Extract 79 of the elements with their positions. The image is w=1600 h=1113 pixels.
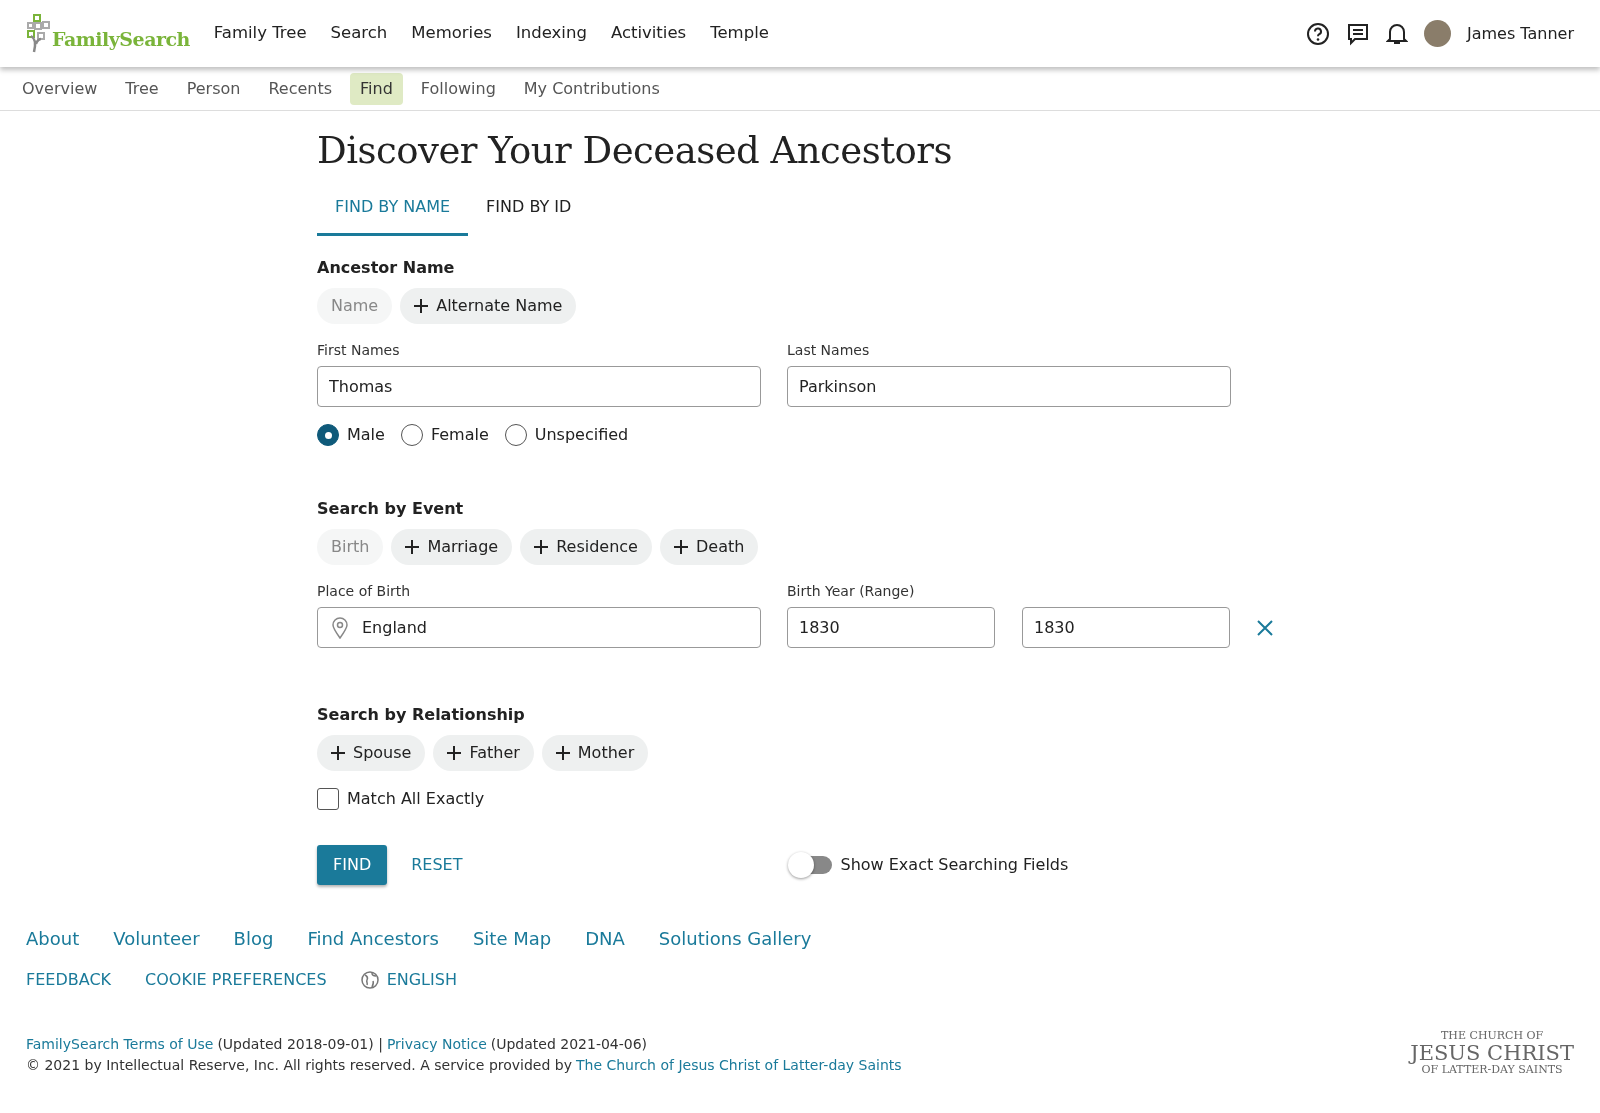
reset-link[interactable]: RESET	[411, 853, 463, 878]
subnav-tab[interactable]: Overview	[12, 72, 108, 105]
add-chip[interactable]: Residence	[520, 529, 652, 566]
nav-link[interactable]: Indexing	[515, 21, 587, 46]
church-logo-text: OF LATTER-DAY SAINTS	[1421, 1064, 1564, 1076]
bell-icon[interactable]	[1386, 21, 1408, 46]
footer-link[interactable]: Site Map	[472, 925, 552, 953]
terms-link[interactable]: FamilySearch Terms of Use	[26, 1033, 214, 1055]
add-chip[interactable]: Marriage	[391, 529, 513, 566]
plus-icon	[673, 540, 688, 555]
privacy-link[interactable]: Privacy Notice	[386, 1033, 487, 1055]
copyright-text: © 2021 by Intellectual Reserve, Inc. All rights reserved. A service provided by	[26, 1055, 572, 1075]
plus-icon	[414, 299, 429, 314]
church-logo-text: JESUS CHRIST	[1410, 1041, 1574, 1064]
updated-text: (Updated 2018-09-01) |	[217, 1034, 383, 1055]
add-chip[interactable]: Death	[659, 529, 759, 566]
updated-text: (Updated 2021-04-06)	[490, 1034, 648, 1054]
footer-link[interactable]: Volunteer	[113, 925, 200, 953]
nav-link[interactable]: Search	[330, 21, 388, 46]
toggle-label: Show Exact Searching Fields	[840, 854, 1069, 877]
footer-link[interactable]: Find Ancestors	[307, 925, 439, 953]
year-field[interactable]: 1830	[787, 607, 995, 649]
add-chip[interactable]: Father	[433, 735, 534, 772]
nav-link[interactable]: Temple	[710, 21, 769, 46]
nav-link[interactable]: Family Tree	[213, 21, 307, 46]
subnav-tab[interactable]: Tree	[115, 72, 169, 105]
subnav-tab[interactable]: My Contributions	[513, 72, 670, 105]
add-chip[interactable]: Spouse	[317, 735, 426, 772]
globe-icon	[360, 971, 379, 990]
footer-link[interactable]: Solutions Gallery	[658, 925, 812, 953]
radio-label[interactable]: Female	[430, 423, 489, 448]
subnav-tab[interactable]: Find	[350, 72, 403, 105]
plus-icon	[555, 746, 570, 761]
add-chip[interactable]: Alternate Name	[400, 288, 577, 325]
plus-icon	[405, 540, 420, 555]
checkbox-label[interactable]: Match All Exactly	[347, 787, 485, 812]
search-tab[interactable]: FIND BY ID	[468, 187, 590, 237]
user-name[interactable]: James Tanner	[1467, 21, 1574, 46]
plus-icon	[534, 540, 549, 555]
plus-icon	[447, 746, 462, 761]
field-label: Birth Year (Range)	[787, 582, 916, 602]
add-chip[interactable]: Mother	[541, 735, 649, 772]
checkbox[interactable]	[317, 788, 339, 811]
footer-link[interactable]: COOKIE PREFERENCES	[145, 968, 327, 993]
page-title: Discover Your Deceased Ancestors	[317, 129, 954, 174]
footer-link[interactable]: About	[26, 925, 80, 953]
find-button[interactable]: FIND	[317, 845, 388, 886]
radio-button[interactable]	[317, 424, 339, 447]
avatar-placeholder[interactable]	[1424, 20, 1451, 47]
close-icon[interactable]	[1257, 619, 1273, 636]
tree-logo-icon	[26, 13, 52, 54]
field-label: First Names	[317, 341, 401, 361]
section-heading: Search by Relationship	[317, 704, 526, 727]
text-field[interactable]: Parkinson	[787, 366, 1231, 408]
footer-link[interactable]: FEEDBACK	[26, 968, 112, 993]
field-label: Place of Birth	[317, 582, 412, 602]
subnav-tab[interactable]: Recents	[258, 72, 343, 105]
footer-link[interactable]: DNA	[585, 925, 625, 953]
text-field[interactable]: Thomas	[317, 366, 761, 408]
church-logo-text: THE CHURCH OF	[1440, 1030, 1545, 1042]
nav-link[interactable]: Memories	[411, 21, 492, 46]
help-icon[interactable]	[1306, 21, 1330, 46]
section-heading: Ancestor Name	[317, 257, 456, 280]
section-heading: Search by Event	[317, 498, 465, 521]
subnav-tab[interactable]: Following	[410, 72, 506, 105]
plus-icon	[331, 746, 345, 761]
footer-link[interactable]: Blog	[233, 925, 274, 953]
language-link[interactable]: ENGLISH	[386, 968, 457, 993]
chat-icon[interactable]	[1346, 21, 1370, 46]
place-field[interactable]: England	[317, 607, 761, 649]
nav-link[interactable]: Activities	[610, 21, 687, 46]
subnav-tab[interactable]: Person	[176, 72, 251, 105]
radio-label[interactable]: Unspecified	[534, 423, 629, 448]
field-label: Last Names	[787, 341, 871, 361]
map-pin-icon	[332, 617, 348, 640]
search-tab[interactable]: FIND BY NAME	[317, 187, 469, 237]
year-field[interactable]: 1830	[1022, 607, 1230, 649]
radio-label[interactable]: Male	[347, 423, 385, 448]
church-link[interactable]: The Church of Jesus Christ of Latter-day Saints	[575, 1054, 902, 1076]
